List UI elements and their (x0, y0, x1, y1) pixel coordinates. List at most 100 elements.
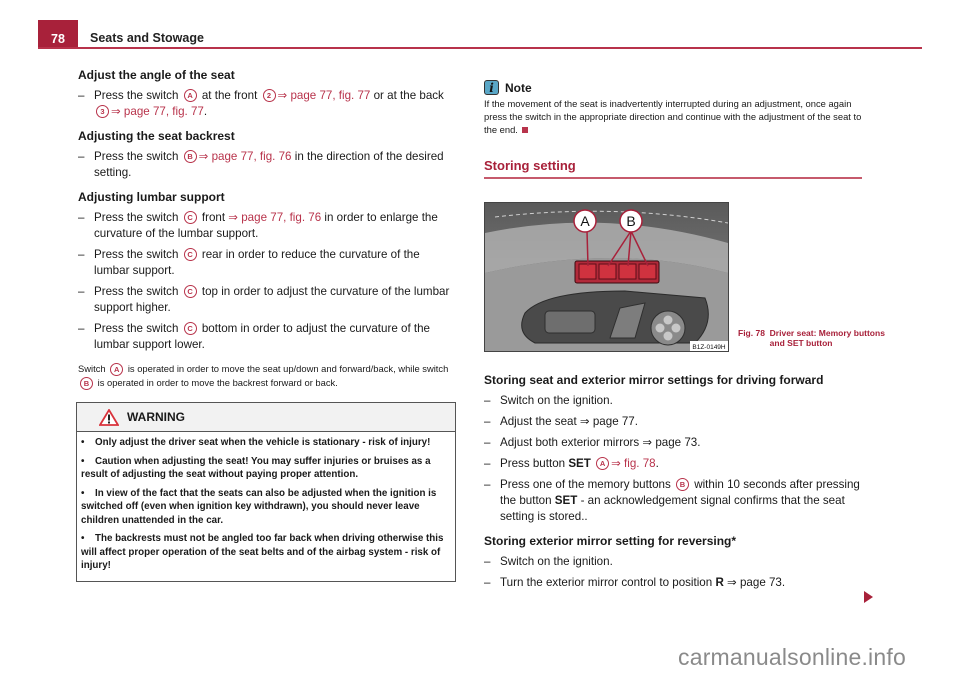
callout-b-ref: B (676, 478, 689, 492)
dash-bullet: – (484, 478, 491, 491)
instruction-heading: Storing exterior mirror setting for reve… (484, 534, 737, 548)
warning-box: WARNING • Only adjust the driver seat whe… (76, 402, 456, 582)
warning-item: • Only adjust the driver seat when the ve… (81, 436, 451, 450)
note-title: Note (505, 80, 532, 95)
body-text: at the front (198, 89, 261, 102)
header-rule (38, 47, 922, 49)
instruction-group: Adjust the angle of the seat – Press the s… (78, 68, 458, 120)
body-text: or at the back (370, 89, 444, 102)
cross-reference-link[interactable]: ⇒ page 77, fig. 76 (199, 150, 292, 163)
body-text: . (203, 105, 208, 118)
body-text: Press the switch (94, 322, 182, 335)
dash-bullet: – (78, 211, 85, 224)
instruction-step: – Switch on the ignition. (484, 393, 874, 409)
memory-button-3 (638, 263, 657, 280)
dash-bullet: – (78, 285, 85, 298)
warning-item: • Caution when adjusting the seat! You ma… (81, 455, 451, 482)
left-column: Adjust the angle of the seat – Press the s… (76, 68, 458, 582)
emphasis-text: SET (554, 494, 578, 507)
end-marker-icon (521, 127, 528, 133)
instruction-group: Adjusting lumbar support – Press the switc… (78, 190, 458, 353)
instruction-step: – Press the switch A at the front 2 ⇒ page… (78, 88, 458, 120)
body-text: Adjust the seat ⇒ page 77. (500, 415, 638, 428)
left-sections: Adjust the angle of the seat – Press the s… (78, 68, 458, 353)
instruction-step: – Switch on the ignition. (484, 554, 874, 570)
body-text: is operated in order to move the backres… (95, 377, 338, 389)
instruction-step: – Press button SET A ⇒ fig. 78. (484, 456, 874, 472)
body-text: . (655, 457, 659, 470)
instruction-group: Storing seat and exterior mirror setting… (484, 373, 874, 525)
instruction-step: – Press the switch C top in order to adju… (78, 284, 458, 316)
instruction-step: – Press the switch C rear in order to red… (78, 247, 458, 279)
instruction-step: – Press the switch B ⇒ page 77, fig. 76 in… (78, 149, 458, 181)
note-text: If the movement of the seat is inadverte… (484, 97, 862, 136)
instruction-heading: Adjust the angle of the seat (78, 68, 235, 82)
figure-memory-buttons: A B B1Z-0149H (484, 202, 729, 352)
dash-bullet: – (78, 322, 85, 335)
dash-bullet: – (78, 248, 85, 261)
figure-code: B1Z-0149H (692, 344, 726, 351)
body-text: Press the switch (94, 150, 182, 163)
body-text (591, 457, 594, 470)
watermark: carmanualsonline.info (678, 644, 906, 670)
warning-item-text: In view of the fact that the seats can a… (81, 487, 437, 526)
body-text: Adjust both exterior mirrors ⇒ page 73. (500, 436, 701, 449)
callout-c-ref: C (183, 285, 197, 299)
cross-reference-link[interactable]: ⇒ page 77, fig. 77 (111, 105, 204, 118)
instruction-step: – Adjust both exterior mirrors ⇒ page 73. (484, 435, 874, 451)
cross-reference-link[interactable]: ⇒ fig. 78 (611, 457, 656, 470)
info-icon: i (484, 80, 499, 95)
instruction-group: Storing exterior mirror setting for reve… (484, 534, 874, 591)
instruction-heading: Adjusting the seat backrest (78, 129, 235, 143)
set-button (578, 263, 597, 280)
callout-2-ref: 2 (262, 89, 276, 103)
callout-b-ref: B (80, 377, 93, 391)
body-text: Switch on the ignition. (500, 394, 613, 407)
chapter-title: Seats and Stowage (90, 31, 204, 45)
warning-body: • Only adjust the driver seat when the ve… (77, 432, 455, 581)
emphasis-text: R (715, 576, 724, 589)
right-sections: Storing seat and exterior mirror setting… (484, 373, 874, 600)
dash-bullet: – (484, 436, 491, 449)
instruction-step: – Press the switch C bottom in order to a… (78, 321, 458, 353)
instruction-step: – Turn the exterior mirror control to pos… (484, 575, 874, 591)
memory-button-2 (618, 263, 637, 280)
warning-title: WARNING (127, 410, 185, 425)
emphasis-text: SET (568, 457, 591, 470)
body-text: Press one of the memory buttons (500, 478, 674, 491)
body-text: Press the switch (94, 285, 182, 298)
instruction-heading: Adjusting lumbar support (78, 190, 225, 204)
callout-b-ref: B (183, 150, 197, 164)
right-column: i Note If the movement of the seat is in… (484, 80, 862, 179)
body-text: ⇒ page 73. (723, 576, 786, 589)
body-text: Switch on the ignition. (500, 555, 613, 568)
warning-item-text: Caution when adjusting the seat! You may… (81, 455, 431, 481)
warning-header: WARNING (77, 403, 455, 433)
note-text-content: If the movement of the seat is inadverte… (484, 98, 862, 135)
instruction-step: – Press the switch C front ⇒ page 77, fig… (78, 210, 458, 242)
body-text: Press button (500, 457, 569, 470)
warning-item: • In view of the fact that the seats can … (81, 487, 451, 528)
body-text: Switch (78, 363, 109, 374)
body-text: front (198, 211, 229, 224)
warning-item-text: The backrests must not be angled too far… (81, 533, 444, 572)
instruction-step: – Adjust the seat ⇒ page 77. (484, 414, 874, 430)
body-text: is operated in order to move the seat up… (125, 363, 449, 374)
next-page-arrow-icon[interactable] (864, 591, 873, 603)
instruction-step: – Press one of the memory buttons B withi… (484, 477, 874, 525)
dash-bullet: – (78, 150, 85, 163)
seat-panel-illustration: A B B1Z-0149H (485, 203, 728, 351)
body-text: Turn the exterior mirror control to posi… (500, 576, 716, 589)
page-number: 78 (38, 20, 78, 48)
instruction-group: Adjusting the seat backrest – Press the sw… (78, 129, 458, 181)
bullet-icon: • (81, 533, 85, 545)
warning-triangle-icon (99, 408, 119, 426)
callout-c-ref: C (183, 211, 197, 225)
switch-footnote: Switch A is operated in order to move th… (78, 362, 458, 391)
figure-number: Fig. 78 (738, 328, 765, 338)
cross-reference-link[interactable]: ⇒ page 77, fig. 77 (278, 89, 371, 102)
note-header: i Note (484, 80, 862, 95)
bullet-icon: • (81, 487, 85, 499)
callout-a-ref: A (110, 363, 124, 377)
cross-reference-link[interactable]: ⇒ page 77, fig. 76 (228, 211, 321, 224)
